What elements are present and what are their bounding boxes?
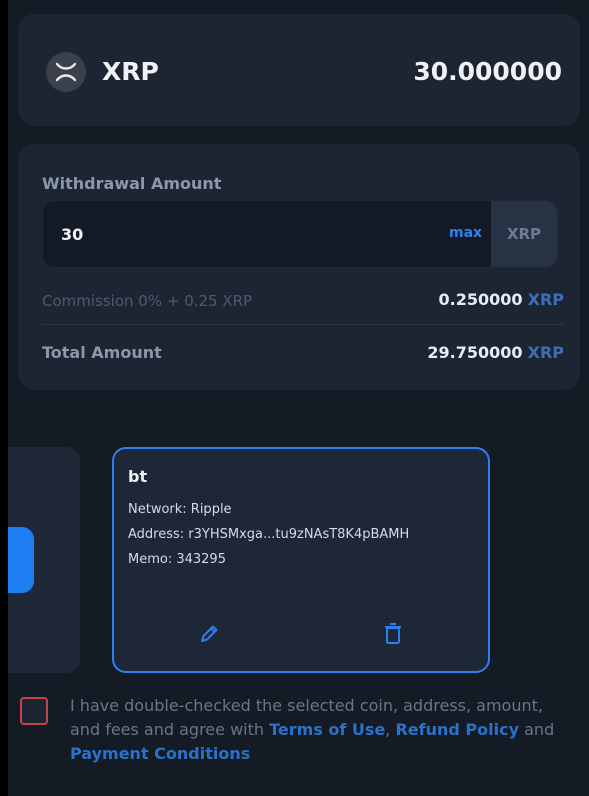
commission-label: Commission 0% + 0.25 XRP: [42, 292, 253, 310]
withdrawal-amount-label: Withdrawal Amount: [42, 174, 222, 193]
xrp-logo-icon: [46, 52, 86, 92]
total-amount-value: 29.750000 XRP: [427, 343, 564, 362]
pencil-icon[interactable]: [194, 619, 224, 649]
total-amount-label: Total Amount: [42, 343, 162, 362]
coin-symbol: XRP: [102, 57, 159, 86]
coin-selector-card[interactable]: XRP 30.000000: [18, 14, 580, 126]
commission-unit: XRP: [527, 290, 564, 309]
coin-balance: 30.000000: [413, 57, 562, 86]
max-button[interactable]: max: [449, 225, 482, 241]
agreement-and: and: [519, 720, 555, 739]
commission-amount: 0.250000: [438, 290, 523, 309]
total-amount: 29.750000: [427, 343, 523, 362]
address-name: bt: [128, 467, 148, 486]
divider: [42, 324, 564, 325]
refund-policy-link[interactable]: Refund Policy: [395, 720, 519, 739]
add-address-button[interactable]: [8, 527, 34, 593]
agreement-text: I have double-checked the selected coin,…: [70, 694, 570, 766]
amount-input[interactable]: [61, 201, 421, 267]
amount-field: max XRP: [42, 200, 558, 268]
withdraw-screen: XRP 30.000000 Withdrawal Amount max XRP …: [8, 0, 589, 796]
commission-value: 0.250000 XRP: [439, 290, 565, 309]
withdrawal-amount-card: Withdrawal Amount max XRP Commission 0% …: [18, 144, 580, 390]
agreement-comma: ,: [385, 720, 391, 739]
terms-of-use-link[interactable]: Terms of Use: [269, 720, 385, 739]
currency-label: XRP: [491, 201, 557, 267]
saved-address-card[interactable]: bt Network: Ripple Address: r3YHSMxga...…: [112, 447, 490, 673]
address-memo: Memo: 343295: [128, 552, 226, 567]
address-value: Address: r3YHSMxga...tu9zNAsT8K4pBAMH: [128, 527, 410, 542]
payment-conditions-link[interactable]: Payment Conditions: [70, 744, 250, 763]
trash-icon[interactable]: [378, 619, 408, 649]
address-network: Network: Ripple: [128, 502, 232, 517]
total-unit: XRP: [527, 343, 564, 362]
add-address-card[interactable]: [8, 447, 80, 673]
agreement-checkbox[interactable]: [20, 697, 48, 725]
